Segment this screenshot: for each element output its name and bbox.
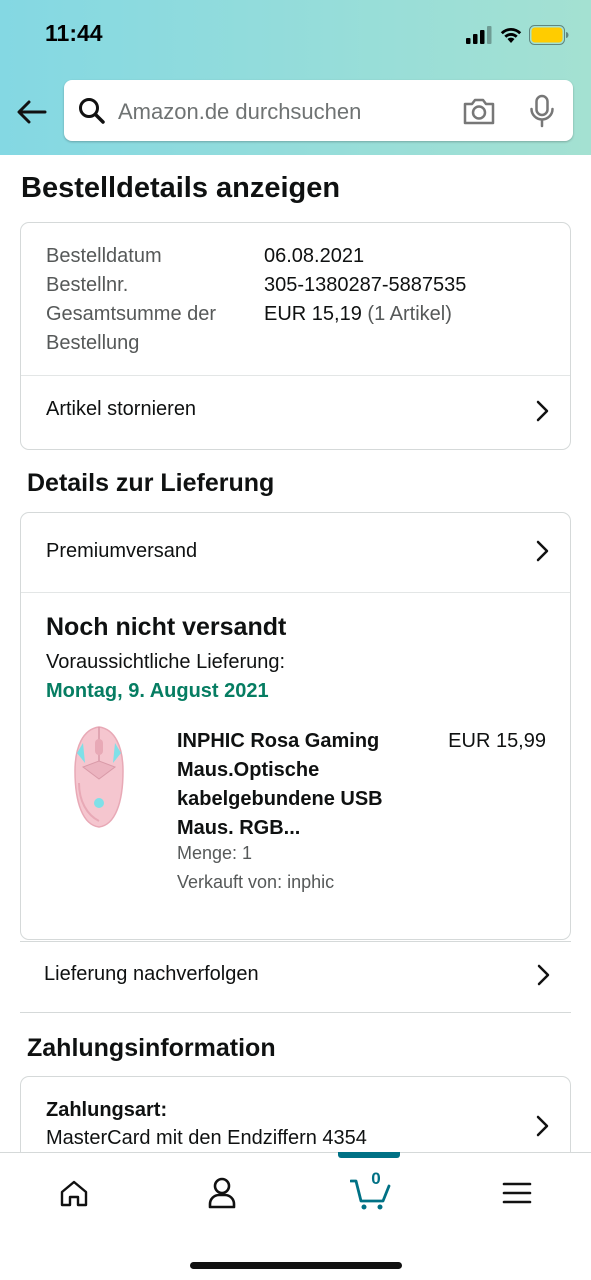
- nav-menu[interactable]: [497, 1173, 537, 1213]
- delivery-section-title: Details zur Lieferung: [27, 469, 275, 497]
- track-delivery-row[interactable]: Lieferung nachverfolgen: [20, 941, 571, 1013]
- order-summary-card: Bestelldatum 06.08.2021 Bestellnr. 305-1…: [20, 222, 571, 450]
- menu-icon: [502, 1182, 532, 1204]
- delivery-estimate-date: Montag, 9. August 2021: [46, 680, 269, 702]
- search-input[interactable]: Amazon.de durchsuchen: [118, 99, 361, 125]
- order-total-amount: EUR 15,19: [264, 303, 362, 325]
- delivery-estimate-label: Voraussichtliche Lieferung:: [46, 651, 286, 673]
- cancel-items-label: Artikel stornieren: [46, 398, 197, 420]
- order-number-label: Bestellnr.: [46, 274, 129, 296]
- product-title-link[interactable]: INPHIC Rosa Gaming Maus.Optische kabelge…: [177, 727, 417, 843]
- nav-account[interactable]: [202, 1173, 242, 1213]
- order-date-value: 06.08.2021: [264, 245, 365, 267]
- payment-method-label: Zahlungsart:: [46, 1099, 168, 1121]
- status-time: 11:44: [45, 20, 103, 46]
- search-bar[interactable]: Amazon.de durchsuchen: [64, 80, 573, 141]
- order-date-label: Bestelldatum: [46, 245, 162, 267]
- product-price: EUR 15,99: [448, 730, 546, 752]
- home-indicator: [190, 1262, 402, 1269]
- chevron-right-icon: [536, 540, 549, 562]
- product-image[interactable]: [69, 723, 129, 831]
- active-tab-indicator: [338, 1152, 400, 1158]
- account-icon: [208, 1177, 236, 1209]
- page-title: Bestelldetails anzeigen: [21, 172, 341, 204]
- divider: [21, 592, 570, 593]
- back-button[interactable]: [14, 95, 50, 129]
- cancel-items-row[interactable]: Artikel stornieren: [21, 376, 570, 450]
- home-icon: [60, 1180, 88, 1207]
- chevron-right-icon: [536, 400, 549, 422]
- order-total-value: EUR 15,19 (1 Artikel): [264, 300, 452, 329]
- cart-count-badge: 0: [371, 1169, 381, 1188]
- battery-icon: [529, 25, 569, 45]
- product-seller: Verkauft von: inphic: [177, 872, 335, 892]
- shipment-status: Noch nicht versandt: [46, 613, 287, 641]
- camera-icon[interactable]: [462, 96, 496, 126]
- payment-method-value: MasterCard mit den Endziffern 4354: [46, 1127, 367, 1149]
- wifi-icon: [500, 28, 522, 43]
- app-header: 11:44 Amazon.de durchsuchen: [0, 0, 591, 155]
- order-item-count: (1 Artikel): [367, 303, 452, 325]
- shipping-method-row[interactable]: Premiumversand: [21, 513, 570, 592]
- product-quantity: Menge: 1: [177, 843, 253, 863]
- track-delivery-label: Lieferung nachverfolgen: [44, 963, 259, 985]
- payment-section-title: Zahlungsinformation: [27, 1034, 276, 1062]
- shipping-method-label: Premiumversand: [46, 540, 198, 562]
- order-total-label-line2: Bestellung: [46, 332, 140, 354]
- search-icon: [79, 98, 105, 124]
- delivery-card: Premiumversand Noch nicht versandt Vorau…: [20, 512, 571, 940]
- order-total-label-line1: Gesamtsumme der: [46, 303, 217, 325]
- status-bar: 11:44: [0, 0, 591, 70]
- bottom-navigation: 0: [0, 1152, 591, 1280]
- chevron-right-icon: [537, 964, 550, 986]
- cellular-signal-icon: [466, 26, 492, 44]
- nav-cart[interactable]: 0: [349, 1169, 393, 1213]
- microphone-icon[interactable]: [528, 94, 556, 128]
- nav-home[interactable]: [54, 1173, 94, 1213]
- order-number-value: 305-1380287-5887535: [264, 274, 467, 296]
- arrow-left-icon: [17, 100, 47, 124]
- chevron-right-icon: [536, 1115, 549, 1137]
